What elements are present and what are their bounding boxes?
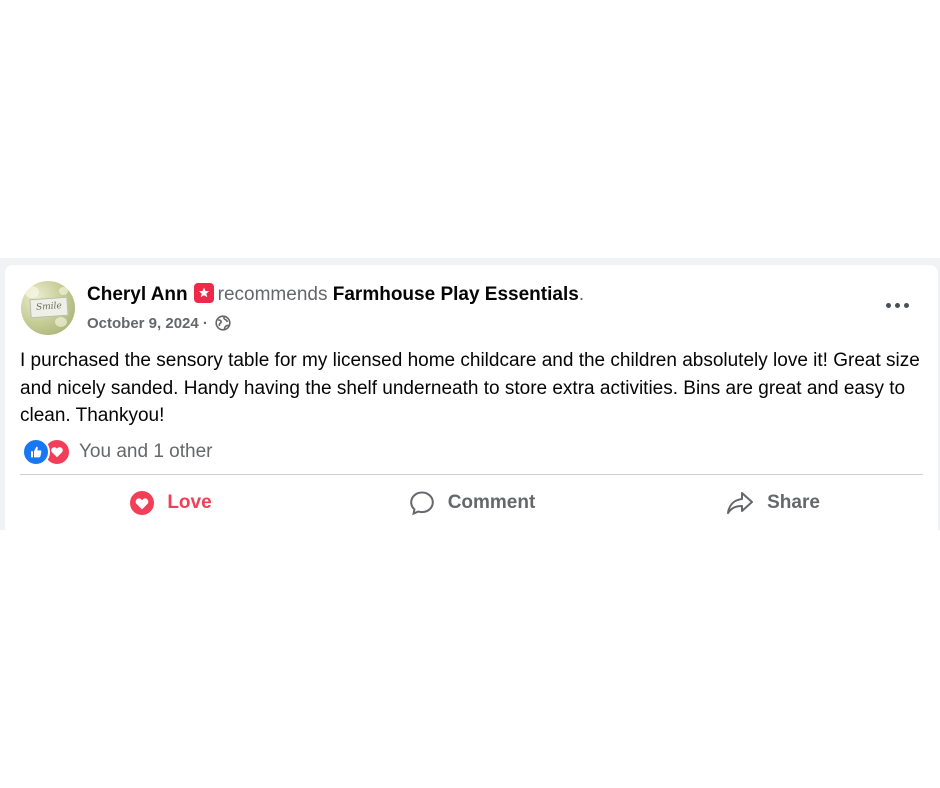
reactions-count-text[interactable]: You and 1 other: [79, 441, 212, 463]
more-options-icon[interactable]: [884, 293, 914, 317]
avatar[interactable]: Smile: [21, 281, 75, 335]
globe-icon: [215, 315, 231, 337]
post-actions-bar: Love Comment Share: [20, 481, 923, 525]
share-button-label: Share: [767, 492, 820, 513]
author-name[interactable]: Cheryl Ann: [87, 284, 188, 305]
actions-divider: [20, 474, 923, 475]
avatar-sign-text: Smile: [29, 296, 69, 319]
recommendation-badge-icon: [193, 283, 214, 303]
reactions-summary[interactable]: You and 1 other: [22, 438, 212, 466]
post-meta: October 9, 2024 ·: [87, 314, 231, 337]
recommends-text: recommends: [217, 284, 328, 305]
more-options-dot: [886, 303, 891, 308]
more-options-dot: [904, 303, 909, 308]
love-button[interactable]: Love: [20, 481, 321, 525]
like-icon: [22, 438, 50, 466]
more-options-dot: [895, 303, 900, 308]
comment-button[interactable]: Comment: [321, 481, 622, 525]
comment-button-label: Comment: [447, 492, 536, 513]
header-period: .: [578, 284, 585, 305]
love-button-label: Love: [167, 492, 212, 513]
meta-separator: ·: [198, 315, 208, 332]
avatar-highlight: [55, 317, 67, 327]
page-name-link[interactable]: Farmhouse Play Essentials: [333, 284, 579, 305]
post-header: Cheryl Ann recommends Farmhouse Play Esse…: [87, 283, 584, 307]
post-body: I purchased the sensory table for my lic…: [20, 350, 920, 426]
love-reaction-icon: [130, 491, 155, 515]
post-date[interactable]: October 9, 2024: [87, 315, 199, 332]
avatar-highlight: [59, 287, 68, 295]
avatar-highlight: [25, 286, 39, 298]
comment-icon: [409, 491, 434, 516]
share-icon: [727, 492, 754, 514]
share-button[interactable]: Share: [622, 481, 923, 525]
recommendation-post-card: Smile Cheryl Ann recommends Farmhouse Pla…: [5, 265, 938, 530]
